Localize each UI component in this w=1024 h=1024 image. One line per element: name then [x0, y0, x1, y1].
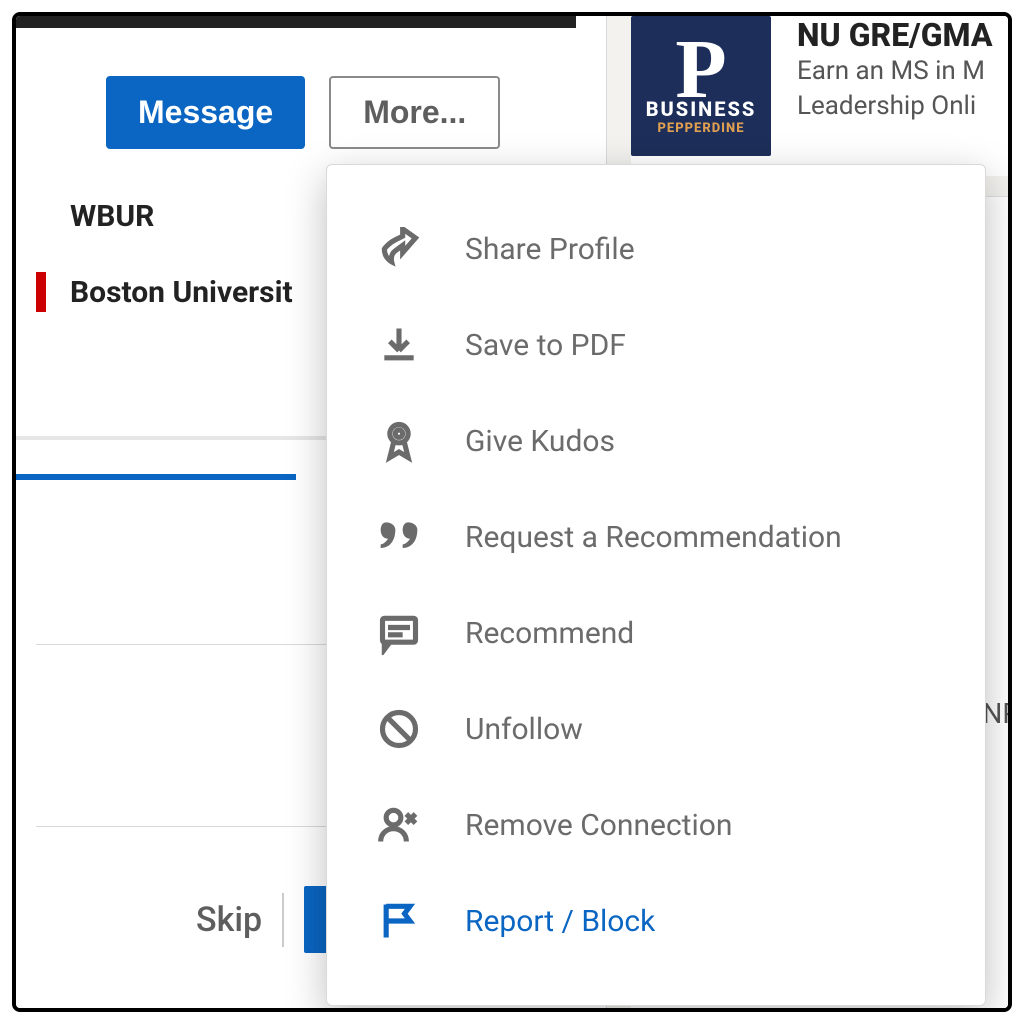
ad-logo-text: BUSINESS	[646, 97, 757, 121]
menu-unfollow[interactable]: Unfollow	[327, 681, 985, 777]
ad-copy: NU GRE/GMA Earn an MS in M Leadership On…	[797, 16, 992, 176]
share-icon	[377, 227, 421, 271]
menu-share-profile[interactable]: Share Profile	[327, 201, 985, 297]
active-tab-indicator	[16, 474, 296, 480]
menu-label: Recommend	[465, 616, 634, 651]
ad-logo-letter: P	[675, 36, 726, 103]
menu-label: Give Kudos	[465, 424, 615, 459]
menu-label: Request a Recommendation	[465, 520, 842, 555]
ribbon-icon	[377, 419, 421, 463]
header-strip	[16, 16, 576, 28]
block-icon	[377, 707, 421, 751]
org-logo-icon	[36, 272, 46, 312]
menu-give-kudos[interactable]: Give Kudos	[327, 393, 985, 489]
more-button[interactable]: More...	[329, 76, 500, 149]
org-name: Boston Universit	[70, 275, 293, 310]
profile-actions: Message More...	[106, 76, 500, 149]
menu-report-block[interactable]: Report / Block	[327, 873, 985, 969]
ad-logo-icon: P BUSINESS PEPPERDINE	[631, 16, 771, 156]
menu-label: Save to PDF	[465, 328, 626, 363]
message-button[interactable]: Message	[106, 76, 305, 149]
divider	[282, 893, 284, 947]
org-logo-icon	[36, 196, 46, 236]
app-frame: Message More... WBUR Boston Universit Sk…	[12, 12, 1012, 1012]
flag-icon	[377, 899, 421, 943]
menu-label: Share Profile	[465, 232, 635, 267]
menu-save-pdf[interactable]: Save to PDF	[327, 297, 985, 393]
menu-label: Remove Connection	[465, 808, 732, 843]
ad-line: Earn an MS in M	[797, 54, 992, 89]
download-icon	[377, 323, 421, 367]
more-dropdown-menu: Share Profile Save to PDF Give Kudos Req…	[326, 164, 986, 1006]
menu-label: Unfollow	[465, 712, 583, 747]
menu-request-recommendation[interactable]: Request a Recommendation	[327, 489, 985, 585]
chat-icon	[377, 611, 421, 655]
menu-recommend[interactable]: Recommend	[327, 585, 985, 681]
ad-line: Leadership Onli	[797, 89, 992, 124]
menu-remove-connection[interactable]: Remove Connection	[327, 777, 985, 873]
ad-logo-subtext: PEPPERDINE	[657, 121, 744, 136]
menu-label: Report / Block	[465, 904, 655, 939]
ad-title: NU GRE/GMA	[797, 16, 992, 54]
quote-icon	[377, 515, 421, 559]
skip-button[interactable]: Skip	[196, 900, 262, 940]
org-name: WBUR	[70, 199, 154, 234]
remove-user-icon	[377, 803, 421, 847]
sponsored-ad[interactable]: P BUSINESS PEPPERDINE NU GRE/GMA Earn an…	[631, 16, 1008, 176]
